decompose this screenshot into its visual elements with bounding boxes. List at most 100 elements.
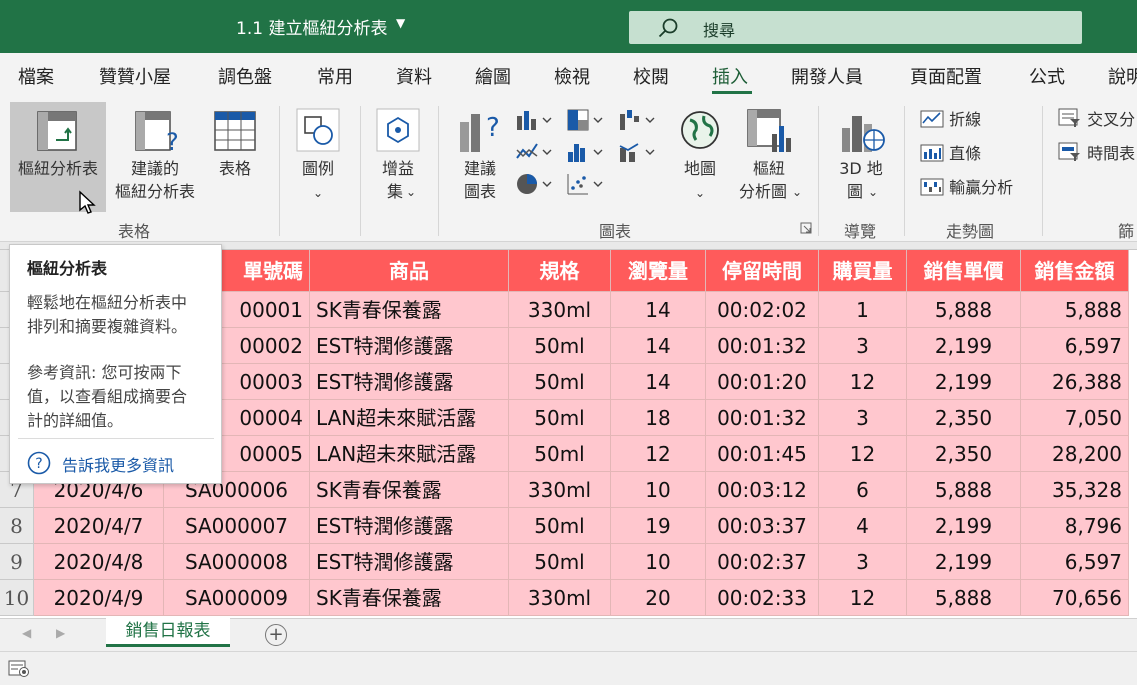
tab-file[interactable]: 檔案 — [18, 63, 54, 89]
cell-duration[interactable]: 00:03:37 — [706, 508, 819, 544]
cell-order-id[interactable]: SA000008 — [164, 544, 310, 580]
chevron-left-icon[interactable]: ◀ — [22, 626, 31, 640]
cell-duration[interactable]: 00:02:37 — [706, 544, 819, 580]
header-cell-duration[interactable]: 停留時間 — [706, 250, 819, 292]
tell-me-more-link[interactable]: 告訴我更多資訊 — [62, 452, 174, 476]
cell-amount[interactable]: 8,796 — [1021, 508, 1129, 544]
cell-unit-price[interactable]: 2,350 — [907, 400, 1021, 436]
tab-help[interactable]: 說明 — [1108, 63, 1137, 89]
cell-duration[interactable]: 00:02:02 — [706, 292, 819, 328]
cell-size[interactable]: 50ml — [509, 544, 611, 580]
cell-quantity[interactable]: 6 — [819, 472, 907, 508]
pivot-chart-button[interactable]: 樞紐 分析圖 ⌄ — [730, 102, 808, 212]
tab-draw[interactable]: 繪圖 — [475, 63, 511, 89]
macro-record-icon[interactable] — [8, 660, 30, 678]
cell-size[interactable]: 50ml — [509, 328, 611, 364]
tab-insert[interactable]: 插入 — [712, 63, 748, 89]
cell-views[interactable]: 18 — [611, 400, 706, 436]
cell-product[interactable]: LAN超未來賦活露 — [310, 400, 509, 436]
cell-product[interactable]: SK青春保養露 — [310, 292, 509, 328]
pie-chart-icon[interactable] — [515, 172, 555, 196]
cell-order-id[interactable]: SA000009 — [164, 580, 310, 616]
chevron-right-icon[interactable]: ▶ — [56, 626, 65, 640]
chevron-down-icon[interactable]: ▼ — [396, 16, 405, 30]
tab-developer[interactable]: 開發人員 — [791, 63, 863, 89]
add-sheet-button[interactable]: + — [265, 624, 287, 646]
cell-unit-price[interactable]: 2,199 — [907, 364, 1021, 400]
tab-view[interactable]: 檢視 — [554, 63, 590, 89]
cell-quantity[interactable]: 3 — [819, 328, 907, 364]
slicer-button[interactable]: 交叉分 — [1058, 106, 1135, 130]
cell-quantity[interactable]: 3 — [819, 400, 907, 436]
cell-product[interactable]: SK青春保養露 — [310, 472, 509, 508]
table-button[interactable]: 表格 — [206, 102, 264, 212]
header-cell-amount[interactable]: 銷售金額 — [1021, 250, 1129, 292]
cell-product[interactable]: EST特潤修護露 — [310, 544, 509, 580]
cell-size[interactable]: 330ml — [509, 472, 611, 508]
row-header[interactable]: 8 — [0, 508, 34, 544]
dialog-launcher-icon[interactable] — [800, 222, 812, 234]
cell-unit-price[interactable]: 5,888 — [907, 292, 1021, 328]
cell-views[interactable]: 14 — [611, 328, 706, 364]
cell-unit-price[interactable]: 5,888 — [907, 472, 1021, 508]
cell-amount[interactable]: 5,888 — [1021, 292, 1129, 328]
tab-page-layout[interactable]: 頁面配置 — [910, 63, 982, 89]
line-chart-icon[interactable] — [515, 140, 555, 164]
cell-amount[interactable]: 35,328 — [1021, 472, 1129, 508]
tab-review[interactable]: 校閱 — [633, 63, 669, 89]
cell-views[interactable]: 20 — [611, 580, 706, 616]
header-cell-product[interactable]: 商品 — [310, 250, 509, 292]
cell-amount[interactable]: 70,656 — [1021, 580, 1129, 616]
cell-duration[interactable]: 00:01:20 — [706, 364, 819, 400]
cell-unit-price[interactable]: 2,199 — [907, 328, 1021, 364]
combo-chart-icon[interactable] — [618, 140, 658, 164]
cell-unit-price[interactable]: 2,199 — [907, 508, 1021, 544]
tab-formulas[interactable]: 公式 — [1029, 63, 1065, 89]
recommended-charts-button[interactable]: ? 建議 圖表 — [450, 102, 510, 212]
cell-duration[interactable]: 00:01:45 — [706, 436, 819, 472]
cell-quantity[interactable]: 12 — [819, 580, 907, 616]
cell-product[interactable]: EST特潤修護露 — [310, 328, 509, 364]
search-input[interactable]: 搜尋 — [703, 17, 735, 41]
sparkline-line-button[interactable]: 折線 — [920, 106, 981, 130]
cell-unit-price[interactable]: 2,350 — [907, 436, 1021, 472]
cell-product[interactable]: SK青春保養露 — [310, 580, 509, 616]
cell-size[interactable]: 330ml — [509, 580, 611, 616]
cell-date[interactable]: 2020/4/8 — [34, 544, 164, 580]
cell-quantity[interactable]: 4 — [819, 508, 907, 544]
waterfall-chart-icon[interactable] — [618, 108, 658, 132]
sparkline-column-button[interactable]: 直條 — [920, 140, 981, 164]
cell-duration[interactable]: 00:01:32 — [706, 400, 819, 436]
cell-date[interactable]: 2020/4/7 — [34, 508, 164, 544]
cell-size[interactable]: 50ml — [509, 400, 611, 436]
cell-amount[interactable]: 28,200 — [1021, 436, 1129, 472]
column-chart-icon[interactable] — [515, 108, 555, 132]
cell-quantity[interactable]: 1 — [819, 292, 907, 328]
tab-data[interactable]: 資料 — [396, 63, 432, 89]
help-icon[interactable]: ? — [27, 451, 51, 475]
cell-amount[interactable]: 6,597 — [1021, 544, 1129, 580]
sheet-tab-sales[interactable]: 銷售日報表 — [106, 618, 230, 647]
cell-quantity[interactable]: 12 — [819, 436, 907, 472]
cell-order-id[interactable]: SA000007 — [164, 508, 310, 544]
row-header[interactable]: 10 — [0, 580, 34, 616]
cell-quantity[interactable]: 12 — [819, 364, 907, 400]
cell-product[interactable]: EST特潤修護露 — [310, 508, 509, 544]
cell-duration[interactable]: 00:03:12 — [706, 472, 819, 508]
illustrations-button[interactable]: 圖例 ⌄ — [290, 102, 346, 212]
search-box[interactable]: 搜尋 — [629, 11, 1082, 44]
cell-amount[interactable]: 26,388 — [1021, 364, 1129, 400]
cell-views[interactable]: 19 — [611, 508, 706, 544]
tab-zanzan[interactable]: 贊贊小屋 — [99, 63, 171, 89]
header-cell-views[interactable]: 瀏覽量 — [611, 250, 706, 292]
cell-amount[interactable]: 7,050 — [1021, 400, 1129, 436]
timeline-button[interactable]: 時間表 — [1058, 140, 1135, 164]
cell-size[interactable]: 50ml — [509, 364, 611, 400]
cell-views[interactable]: 14 — [611, 292, 706, 328]
cell-views[interactable]: 10 — [611, 472, 706, 508]
addins-button[interactable]: 增益 集 ⌄ — [370, 102, 426, 212]
cell-views[interactable]: 14 — [611, 364, 706, 400]
cell-amount[interactable]: 6,597 — [1021, 328, 1129, 364]
cell-product[interactable]: LAN超未來賦活露 — [310, 436, 509, 472]
cell-size[interactable]: 50ml — [509, 508, 611, 544]
